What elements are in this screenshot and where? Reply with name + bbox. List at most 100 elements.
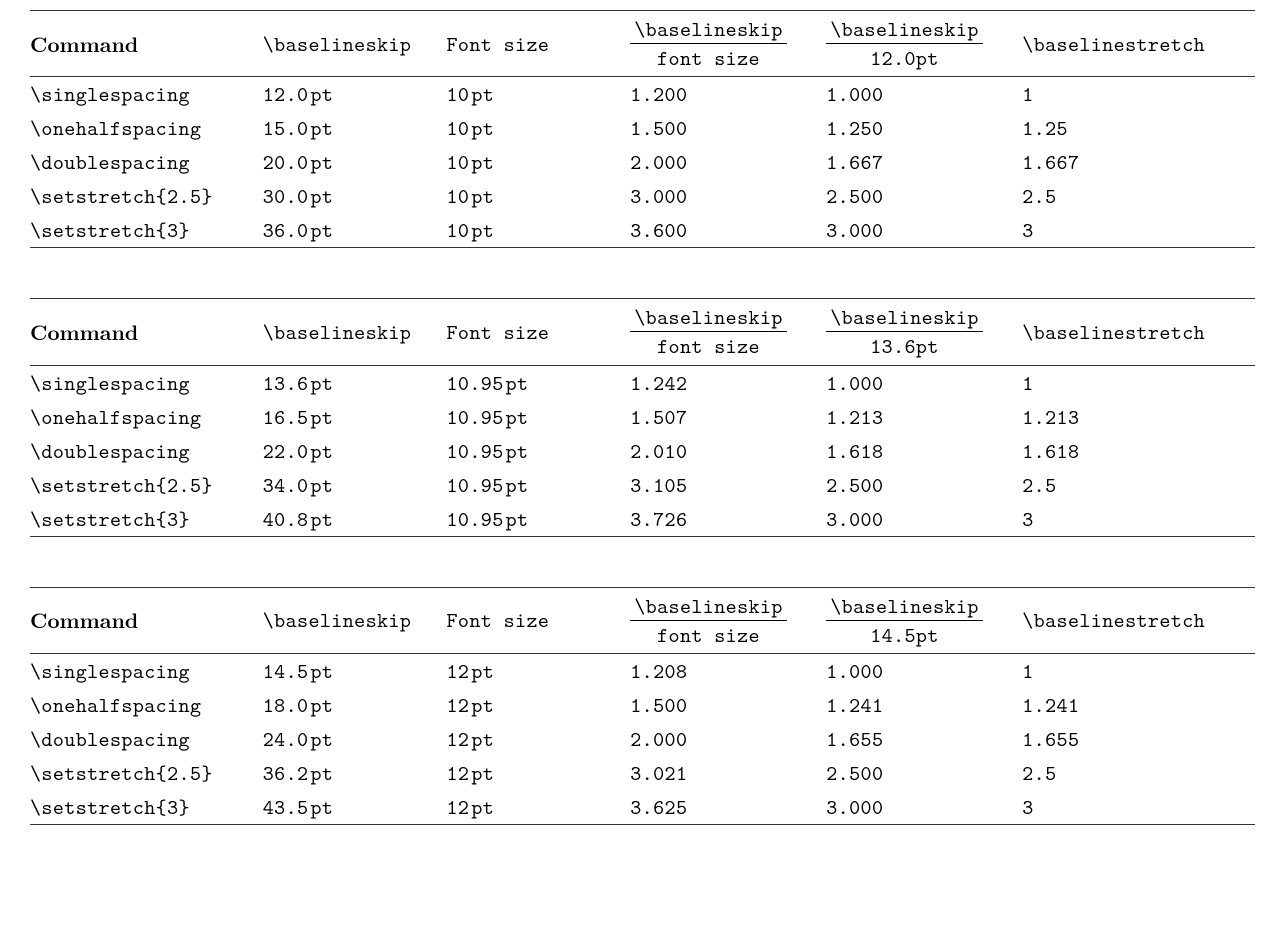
cell-fontsize: 12pt: [447, 722, 631, 756]
cell-command: \setstretch{3}: [30, 790, 263, 825]
cell-ratio-fontsize: 3.600: [630, 213, 826, 248]
cell-fontsize: 10.95pt: [447, 434, 631, 468]
col-header-ratio-default: \baselineskip14.5pt: [826, 587, 1022, 653]
cell-baselineskip: 22.0pt: [263, 434, 447, 468]
cell-baselineskip: 14.5pt: [263, 653, 447, 688]
table-row: \singlespacing14.5pt12pt1.2081.0001: [30, 653, 1255, 688]
cell-fontsize: 10.95pt: [447, 365, 631, 400]
cell-baselinestretch: 1.241: [1022, 688, 1255, 722]
cell-command: \doublespacing: [30, 434, 263, 468]
cell-baselineskip: 40.8pt: [263, 502, 447, 537]
cell-ratio-fontsize: 1.500: [630, 688, 826, 722]
col-header-command: Command: [30, 11, 263, 77]
cell-baselineskip: 36.0pt: [263, 213, 447, 248]
col-header-command: Command: [30, 299, 263, 365]
cell-baselinestretch: 3: [1022, 213, 1255, 248]
col-header-fontsize: Font size: [447, 11, 631, 77]
cell-ratio-default: 3.000: [826, 213, 1022, 248]
cell-baselinestretch: 3: [1022, 790, 1255, 825]
cell-ratio-default: 2.500: [826, 756, 1022, 790]
cell-baselineskip: 34.0pt: [263, 468, 447, 502]
cell-ratio-fontsize: 3.000: [630, 179, 826, 213]
table-row: \setstretch{3}43.5pt12pt3.6253.0003: [30, 790, 1255, 825]
table-row: \onehalfspacing16.5pt10.95pt1.5071.2131.…: [30, 400, 1255, 434]
col-header-ratio-fontsize: \baselineskipfont size: [630, 587, 826, 653]
cell-baselinestretch: 2.5: [1022, 468, 1255, 502]
cell-fontsize: 10pt: [447, 145, 631, 179]
cell-baselinestretch: 2.5: [1022, 756, 1255, 790]
cell-ratio-default: 1.000: [826, 77, 1022, 112]
cell-ratio-default: 1.000: [826, 653, 1022, 688]
table-row: \doublespacing22.0pt10.95pt2.0101.6181.6…: [30, 434, 1255, 468]
spacing-table: Command\baselineskipFont size\baselinesk…: [30, 298, 1255, 536]
cell-ratio-fontsize: 1.208: [630, 653, 826, 688]
cell-ratio-default: 1.618: [826, 434, 1022, 468]
cell-fontsize: 12pt: [447, 653, 631, 688]
col-header-ratio-fontsize: \baselineskipfont size: [630, 11, 826, 77]
cell-ratio-fontsize: 3.021: [630, 756, 826, 790]
cell-ratio-default: 1.241: [826, 688, 1022, 722]
table-row: \singlespacing12.0pt10pt1.2001.0001: [30, 77, 1255, 112]
cell-command: \onehalfspacing: [30, 111, 263, 145]
cell-fontsize: 10.95pt: [447, 468, 631, 502]
cell-ratio-default: 1.000: [826, 365, 1022, 400]
cell-command: \doublespacing: [30, 145, 263, 179]
cell-ratio-fontsize: 1.507: [630, 400, 826, 434]
table-row: \doublespacing20.0pt10pt2.0001.6671.667: [30, 145, 1255, 179]
cell-baselineskip: 24.0pt: [263, 722, 447, 756]
cell-command: \setstretch{3}: [30, 502, 263, 537]
cell-fontsize: 12pt: [447, 790, 631, 825]
cell-ratio-fontsize: 2.010: [630, 434, 826, 468]
table-row: \setstretch{2.5}30.0pt10pt3.0002.5002.5: [30, 179, 1255, 213]
cell-command: \doublespacing: [30, 722, 263, 756]
cell-baselineskip: 36.2pt: [263, 756, 447, 790]
cell-baselineskip: 43.5pt: [263, 790, 447, 825]
cell-baselinestretch: 1.667: [1022, 145, 1255, 179]
cell-fontsize: 10pt: [447, 179, 631, 213]
cell-ratio-fontsize: 3.726: [630, 502, 826, 537]
col-header-fontsize: Font size: [447, 299, 631, 365]
spacing-table: Command\baselineskipFont size\baselinesk…: [30, 587, 1255, 825]
col-header-baselinestretch: \baselinestretch: [1022, 587, 1255, 653]
cell-fontsize: 12pt: [447, 756, 631, 790]
cell-ratio-fontsize: 1.200: [630, 77, 826, 112]
col-header-ratio-fontsize: \baselineskipfont size: [630, 299, 826, 365]
spacing-table: Command\baselineskipFont size\baselinesk…: [30, 10, 1255, 248]
cell-baselineskip: 12.0pt: [263, 77, 447, 112]
col-header-ratio-default: \baselineskip13.6pt: [826, 299, 1022, 365]
cell-ratio-default: 1.213: [826, 400, 1022, 434]
cell-command: \setstretch{2.5}: [30, 468, 263, 502]
col-header-baselinestretch: \baselinestretch: [1022, 11, 1255, 77]
cell-ratio-fontsize: 1.500: [630, 111, 826, 145]
cell-command: \singlespacing: [30, 653, 263, 688]
cell-baselinestretch: 1: [1022, 653, 1255, 688]
cell-baselinestretch: 1.618: [1022, 434, 1255, 468]
cell-ratio-fontsize: 3.105: [630, 468, 826, 502]
cell-baselineskip: 16.5pt: [263, 400, 447, 434]
cell-baselinestretch: 1: [1022, 77, 1255, 112]
cell-ratio-fontsize: 2.000: [630, 145, 826, 179]
table-row: \singlespacing13.6pt10.95pt1.2421.0001: [30, 365, 1255, 400]
cell-command: \setstretch{2.5}: [30, 179, 263, 213]
cell-fontsize: 10pt: [447, 77, 631, 112]
table-row: \setstretch{3}40.8pt10.95pt3.7263.0003: [30, 502, 1255, 537]
cell-baselinestretch: 1.213: [1022, 400, 1255, 434]
cell-ratio-default: 2.500: [826, 179, 1022, 213]
tables-container: Command\baselineskipFont size\baselinesk…: [30, 10, 1255, 825]
table-row: \setstretch{2.5}36.2pt12pt3.0212.5002.5: [30, 756, 1255, 790]
cell-command: \singlespacing: [30, 77, 263, 112]
col-header-ratio-default: \baselineskip12.0pt: [826, 11, 1022, 77]
cell-baselineskip: 15.0pt: [263, 111, 447, 145]
cell-fontsize: 10.95pt: [447, 400, 631, 434]
cell-baselinestretch: 2.5: [1022, 179, 1255, 213]
col-header-command: Command: [30, 587, 263, 653]
table-row: \setstretch{3}36.0pt10pt3.6003.0003: [30, 213, 1255, 248]
col-header-baselineskip: \baselineskip: [263, 299, 447, 365]
cell-ratio-default: 1.250: [826, 111, 1022, 145]
cell-command: \setstretch{2.5}: [30, 756, 263, 790]
cell-baselineskip: 18.0pt: [263, 688, 447, 722]
cell-baselineskip: 13.6pt: [263, 365, 447, 400]
cell-baselinestretch: 1.655: [1022, 722, 1255, 756]
cell-baselinestretch: 1: [1022, 365, 1255, 400]
cell-fontsize: 10.95pt: [447, 502, 631, 537]
